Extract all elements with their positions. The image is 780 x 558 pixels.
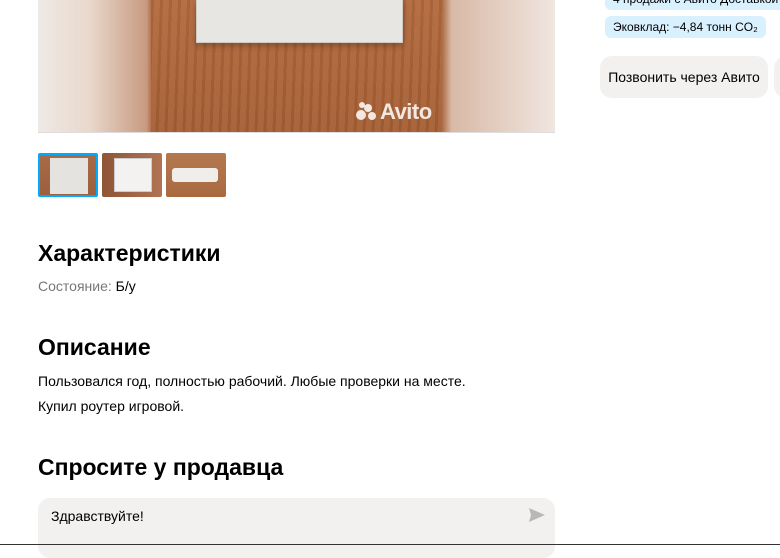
message-input[interactable] [51,508,491,524]
call-via-avito-button[interactable]: Позвонить через Авито [600,56,768,98]
characteristics-title: Характеристики [38,240,221,266]
description-line-2: Купил роутер игровой. [38,398,185,414]
thumbnail-1[interactable] [38,153,98,197]
router-image [196,0,403,43]
delivery-tag: 4 продажи с Авито Доставкой [605,0,780,10]
description-title: Описание [38,334,151,360]
ask-seller-title: Спросите у продавца [38,454,284,480]
thumbnail-3[interactable] [166,153,226,197]
message-box[interactable] [38,498,555,558]
avito-logo-icon [356,102,376,122]
condition-label: Состояние: [38,278,112,294]
secondary-action-button[interactable] [774,56,780,98]
watermark-text: Avito [380,99,432,124]
send-icon[interactable] [529,508,545,522]
condition-value: Б/у [115,278,136,294]
main-photo[interactable]: Avito [38,0,555,133]
avito-watermark: Avito [356,99,432,125]
thumbnail-2[interactable] [102,153,162,197]
condition-row: Состояние: Б/у [38,278,136,294]
thumbnail-strip [38,153,226,197]
description-line-1: Пользовался год, полностью рабочий. Любы… [38,373,466,389]
eco-tag: Эковклад: −4,84 тонн CO₂ [605,16,766,38]
